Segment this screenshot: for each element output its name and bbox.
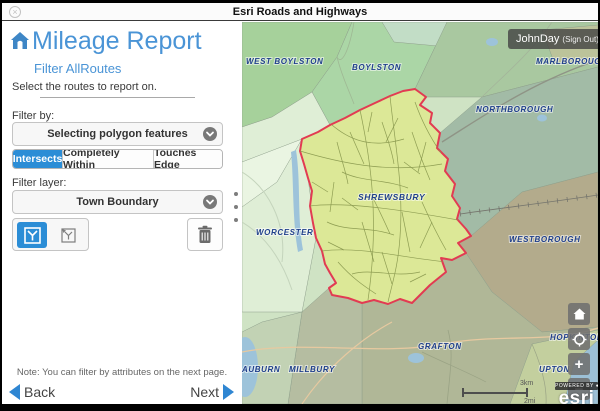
basemap: WEST BOYLSTON BOYLSTON MARLBOROUGH NORTH…: [242, 22, 598, 404]
chevron-down-icon: [203, 195, 217, 209]
filter-by-value: Selecting polygon features: [47, 128, 188, 140]
completely-within-button[interactable]: Completely Within: [63, 150, 154, 168]
home-icon: [9, 30, 31, 57]
locate-button[interactable]: [568, 328, 590, 350]
back-label: Back: [24, 384, 55, 400]
town-label: UPTON: [539, 365, 570, 374]
town-label: NORTHBOROUGH: [476, 105, 553, 114]
select-by-polygon-button[interactable]: [17, 222, 47, 248]
locate-icon: [572, 332, 587, 347]
next-label: Next: [190, 384, 219, 400]
user-name: JohnDay: [516, 33, 559, 45]
clear-selection-button[interactable]: [187, 218, 223, 251]
town-label: WEST BOYLSTON: [246, 57, 323, 66]
town-label: BOYLSTON: [352, 63, 401, 72]
next-button[interactable]: Next: [190, 384, 234, 400]
town-label: WESTBOROUGH: [509, 235, 581, 244]
home-icon: [573, 308, 586, 320]
app-title: Esri Roads and Highways: [2, 6, 598, 18]
page-subtitle: Filter AllRoutes: [34, 61, 121, 76]
instruction-text: Select the routes to report on.: [12, 81, 157, 93]
trash-icon: [197, 225, 213, 244]
user-signout-button[interactable]: JohnDay (Sign Out): [508, 29, 598, 49]
title-bar: × Esri Roads and Highways: [2, 3, 598, 21]
scale-line: [462, 392, 528, 394]
esri-logo: POWERED BY ● esri: [555, 382, 598, 404]
panel-drag-handle[interactable]: [234, 192, 240, 222]
town-label: WORCESTER: [256, 228, 313, 237]
draw-selection-button[interactable]: [53, 222, 83, 248]
mileage-report-panel: Mileage Report Filter AllRoutes Select t…: [2, 22, 242, 404]
town-label: MARLBOROUGH: [536, 57, 598, 66]
zoom-in-button[interactable]: +: [568, 353, 590, 375]
plus-icon: +: [575, 356, 584, 373]
draw-selection-icon: [59, 226, 78, 245]
back-button[interactable]: Back: [9, 384, 55, 400]
scale-km-label: 3km: [520, 380, 533, 387]
divider: [40, 97, 195, 98]
app-window: × Esri Roads and Highways Mileage Report…: [2, 3, 598, 404]
home-extent-button[interactable]: [568, 303, 590, 325]
chevron-right-icon: [223, 384, 234, 400]
scale-mi-label: 2mi: [524, 398, 535, 404]
filter-layer-dropdown[interactable]: Town Boundary: [12, 190, 223, 214]
selected-town-label: SHREWSBURY: [358, 192, 426, 202]
chevron-down-icon: [203, 127, 217, 141]
town-label: MILLBURY: [289, 365, 335, 374]
town-label: AUBURN: [242, 365, 280, 374]
filter-layer-label: Filter layer:: [12, 177, 66, 189]
chevron-left-icon: [9, 384, 20, 400]
map-canvas[interactable]: WEST BOYLSTON BOYLSTON MARLBOROUGH NORTH…: [242, 22, 598, 404]
select-by-polygon-icon: [23, 226, 42, 245]
filter-by-dropdown[interactable]: Selecting polygon features: [12, 122, 223, 146]
town-label: GRAFTON: [418, 342, 462, 351]
scale-bar: 3km 2mi: [460, 380, 542, 404]
filter-by-label: Filter by:: [12, 110, 54, 122]
page-title: Mileage Report: [32, 27, 202, 56]
note-text: Note: You can filter by attributes on th…: [2, 367, 242, 378]
selection-tool-group: [12, 218, 89, 251]
esri-wordmark: esri: [555, 390, 598, 404]
spatial-relation-group: Intersects Completely Within Touches Edg…: [12, 149, 223, 169]
sign-out-label: (Sign Out): [562, 35, 598, 44]
intersects-button[interactable]: Intersects: [13, 150, 63, 168]
filter-layer-value: Town Boundary: [76, 196, 158, 208]
touches-edge-button[interactable]: Touches Edge: [154, 150, 222, 168]
